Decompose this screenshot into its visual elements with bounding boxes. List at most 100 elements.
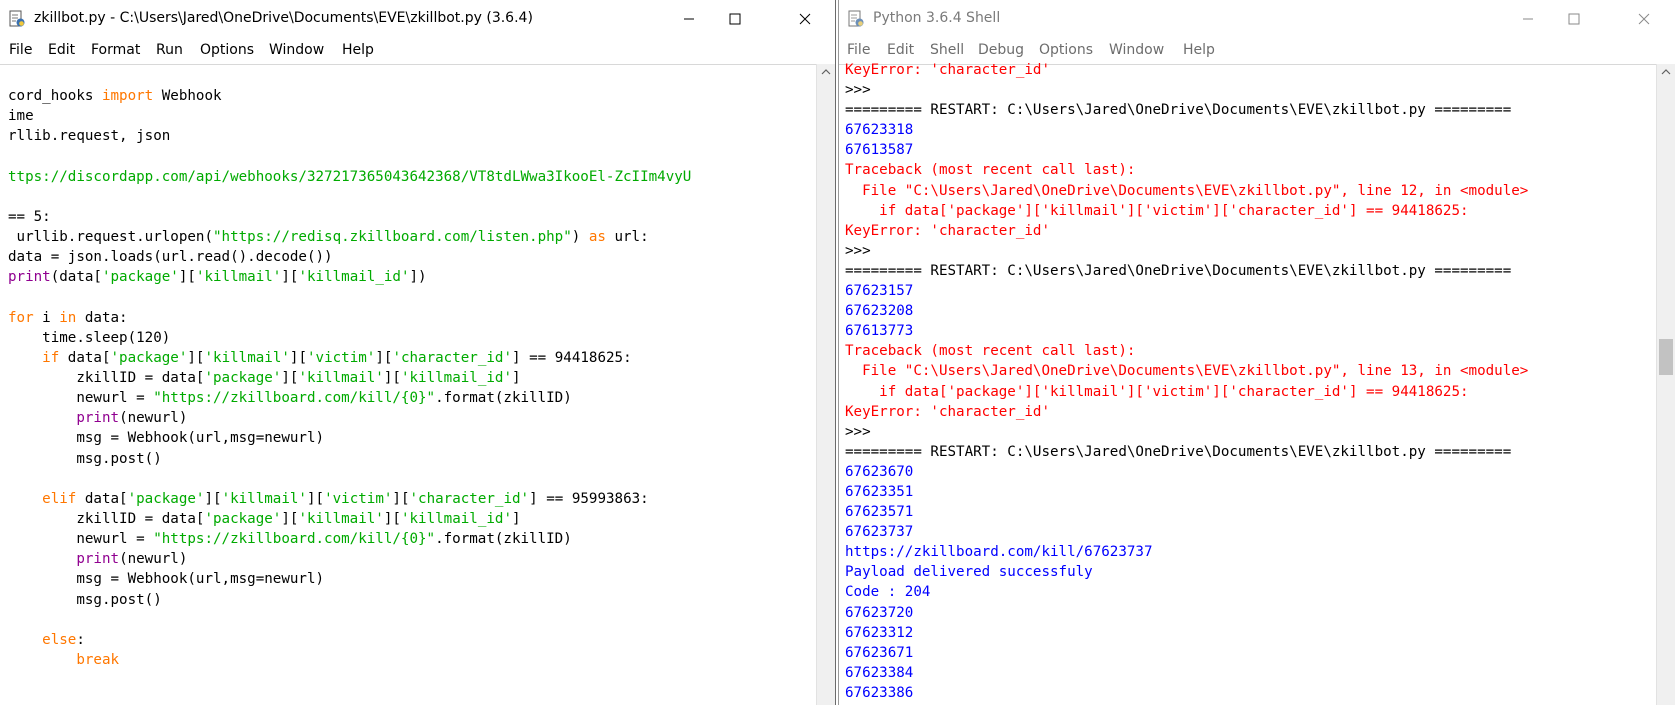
- close-icon: [799, 13, 811, 25]
- menu-edit[interactable]: Edit: [887, 42, 914, 58]
- menu-help[interactable]: Help: [342, 42, 374, 58]
- code-line: msg.post(): [8, 449, 811, 469]
- text-token: zkillID = data[: [8, 510, 205, 527]
- text-token: break: [76, 651, 120, 668]
- text-token: KeyError: 'character_id': [845, 403, 1050, 420]
- shell-line: 67623571: [845, 502, 1651, 522]
- text-token: ttps://discordapp.com/api/webhooks/32721…: [8, 168, 692, 185]
- text-token: time.sleep(120): [8, 329, 171, 346]
- minimize-button[interactable]: [1505, 0, 1551, 38]
- menu-window[interactable]: Window: [269, 42, 324, 58]
- shell-line: 67613587: [845, 140, 1651, 160]
- text-token: ] == 94418625:: [512, 349, 632, 366]
- code-line: elif data['package']['killmail']['victim…: [8, 489, 811, 509]
- menu-shell[interactable]: Shell: [930, 42, 964, 58]
- text-token: 'killmail': [298, 510, 384, 527]
- text-token: ][: [383, 510, 401, 527]
- text-token: 67623351: [845, 483, 914, 500]
- text-token: ][: [289, 349, 307, 366]
- code-line: if data['package']['killmail']['victim']…: [8, 348, 811, 368]
- shell-output-area[interactable]: KeyError: 'character_id' >>> ========= RES…: [845, 60, 1651, 703]
- scrollbar-thumb[interactable]: [1659, 339, 1673, 375]
- menu-run[interactable]: Run: [156, 42, 183, 58]
- shell-line: Payload delivered successfuly: [845, 562, 1651, 582]
- text-token: 67623318: [845, 122, 914, 139]
- text-token: data:: [76, 309, 128, 326]
- close-button[interactable]: [782, 0, 828, 38]
- shell-line: KeyError: 'character_id': [845, 221, 1651, 241]
- code-line: rllib.request, json: [8, 126, 811, 146]
- menu-file[interactable]: File: [9, 42, 32, 58]
- editor-text-area[interactable]: cord_hooks import Webhook ime rllib.reques…: [8, 86, 811, 670]
- code-line: print(newurl): [8, 408, 811, 428]
- text-token: "https://redisq.zkillboard.com/listen.ph…: [213, 228, 572, 245]
- menu-options[interactable]: Options: [200, 42, 254, 58]
- shell-window: Python 3.6.4 Shell File Edit Shell Debug…: [838, 0, 1675, 705]
- code-line: urllib.request.urlopen("https://redisq.z…: [8, 227, 811, 247]
- text-token: 67613587: [845, 142, 914, 159]
- text-token: (newurl): [119, 410, 188, 427]
- text-token: 67623208: [845, 303, 914, 320]
- text-token: >>>: [845, 423, 871, 440]
- code-line: msg.post(): [8, 590, 811, 610]
- shell-line: if data['package']['killmail']['victim']…: [845, 201, 1651, 221]
- minimize-icon: [1523, 18, 1533, 20]
- text-token: ][: [178, 269, 196, 286]
- shell-line: 67623671: [845, 643, 1651, 663]
- text-token: KeyError: 'character_id': [845, 62, 1050, 78]
- menu-window[interactable]: Window: [1109, 42, 1164, 58]
- menu-options[interactable]: Options: [1039, 42, 1093, 58]
- shell-line: ========= RESTART: C:\Users\Jared\OneDri…: [845, 100, 1651, 120]
- text-token: if data['package']['killmail']['victim']…: [845, 202, 1469, 219]
- text-token: ][: [204, 490, 222, 507]
- editor-titlebar[interactable]: zkillbot.py - C:\Users\Jared\OneDrive\Do…: [0, 0, 835, 38]
- shell-titlebar[interactable]: Python 3.6.4 Shell: [839, 0, 1675, 38]
- maximize-button[interactable]: [712, 0, 758, 38]
- code-line: == 5:: [8, 207, 811, 227]
- shell-line: Code : 204: [845, 582, 1651, 602]
- text-token: ========= RESTART: C:\Users\Jared\OneDri…: [845, 443, 1512, 460]
- code-line: zkillID = data['package']['killmail']['k…: [8, 509, 811, 529]
- menu-file[interactable]: File: [847, 42, 870, 58]
- code-line: cord_hooks import Webhook: [8, 86, 811, 106]
- text-token: KeyError: 'character_id': [845, 222, 1050, 239]
- maximize-button[interactable]: [1551, 0, 1597, 38]
- shell-line: ========= RESTART: C:\Users\Jared\OneDri…: [845, 261, 1651, 281]
- text-token: >>>: [845, 242, 871, 259]
- code-line: break: [8, 650, 811, 670]
- text-token: for: [8, 309, 34, 326]
- text-token: .format(zkillID): [435, 531, 572, 548]
- code-line: zkillID = data['package']['killmail']['k…: [8, 368, 811, 388]
- text-token: ): [571, 228, 589, 245]
- menu-debug[interactable]: Debug: [978, 42, 1024, 58]
- text-token: ][: [187, 349, 205, 366]
- shell-scrollbar[interactable]: [1656, 64, 1675, 705]
- text-token: msg = Webhook(url,msg=newurl): [8, 430, 325, 447]
- text-token: print: [8, 269, 51, 286]
- editor-scrollbar[interactable]: [816, 64, 835, 705]
- scroll-up-icon[interactable]: [1660, 66, 1672, 78]
- scroll-up-icon[interactable]: [820, 66, 832, 78]
- text-token: 67623386: [845, 684, 914, 701]
- text-token: cord_hooks: [8, 88, 102, 104]
- shell-line: 67623318: [845, 120, 1651, 140]
- minimize-button[interactable]: [666, 0, 712, 38]
- menu-help[interactable]: Help: [1183, 42, 1215, 58]
- text-token: as: [588, 228, 606, 245]
- menu-format[interactable]: Format: [91, 42, 140, 58]
- text-token: Traceback (most recent call last):: [845, 343, 1136, 360]
- text-token: data[: [59, 349, 111, 366]
- shell-line: 67623157: [845, 281, 1651, 301]
- text-token: 'package': [101, 269, 179, 286]
- menu-edit[interactable]: Edit: [48, 42, 75, 58]
- maximize-icon: [729, 13, 741, 25]
- shell-line: 67613773: [845, 321, 1651, 341]
- text-token: 'package': [204, 510, 282, 527]
- editor-window: zkillbot.py - C:\Users\Jared\OneDrive\Do…: [0, 0, 836, 705]
- close-button[interactable]: [1621, 0, 1667, 38]
